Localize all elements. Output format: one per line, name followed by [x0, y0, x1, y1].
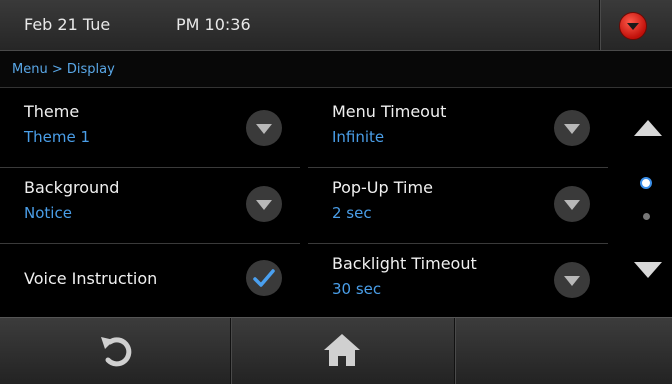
back-refresh-icon: [101, 337, 132, 367]
setting-value: Theme 1: [24, 128, 91, 146]
home-icon: [324, 334, 360, 366]
setting-value: 2 sec: [332, 204, 372, 222]
bottom-nav-bar: [0, 317, 672, 384]
setting-background[interactable]: Background Notice: [0, 164, 300, 244]
dropdown-arrow-icon[interactable]: [246, 110, 282, 146]
status-bar: Feb 21 Tue PM 10:36: [0, 0, 672, 51]
setting-theme[interactable]: Theme Theme 1: [0, 88, 300, 168]
date-text: Feb 21 Tue: [24, 15, 111, 34]
setting-value: Notice: [24, 204, 72, 222]
setting-voice-instruction[interactable]: Voice Instruction: [0, 240, 300, 317]
checkbox-checked-icon[interactable]: [246, 260, 282, 296]
dropdown-arrow-icon[interactable]: [246, 186, 282, 222]
breadcrumb: Menu > Display: [0, 51, 672, 88]
page-dot: [643, 213, 650, 220]
setting-label: Background: [24, 178, 120, 197]
setting-label: Menu Timeout: [332, 102, 447, 121]
setting-menu-timeout[interactable]: Menu Timeout Infinite: [308, 88, 608, 168]
setting-label: Theme: [24, 102, 80, 121]
setting-pop-up-time[interactable]: Pop-Up Time 2 sec: [308, 164, 608, 244]
breadcrumb-text: Menu > Display: [12, 62, 115, 77]
alert-dropdown-icon[interactable]: [619, 12, 647, 40]
dropdown-arrow-icon[interactable]: [554, 262, 590, 298]
dropdown-arrow-icon[interactable]: [554, 186, 590, 222]
setting-value: 30 sec: [332, 280, 382, 298]
page-dot-active: [640, 177, 652, 189]
scroll-up-icon[interactable]: [634, 120, 662, 136]
scroll-down-icon[interactable]: [634, 262, 662, 278]
setting-label: Backlight Timeout: [332, 254, 477, 273]
setting-backlight-timeout[interactable]: Backlight Timeout 30 sec: [308, 240, 608, 317]
setting-label: Pop-Up Time: [332, 178, 433, 197]
status-divider: [599, 0, 601, 50]
setting-label: Voice Instruction: [24, 269, 158, 288]
time-text: PM 10:36: [176, 15, 251, 34]
dropdown-arrow-icon[interactable]: [554, 110, 590, 146]
setting-value: Infinite: [332, 128, 385, 146]
empty-nav-slot: [456, 318, 672, 384]
back-button[interactable]: [0, 318, 230, 384]
home-button[interactable]: [232, 318, 454, 384]
